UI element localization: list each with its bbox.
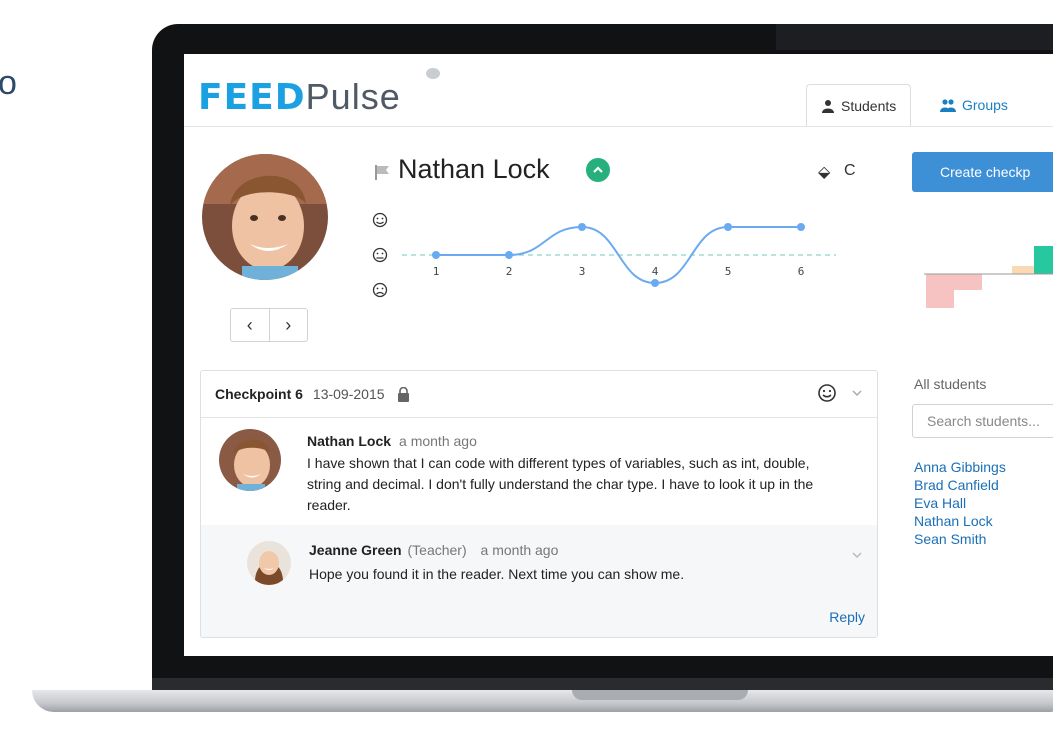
- mood-point[interactable]: [797, 223, 805, 231]
- reply-author-role: (Teacher): [407, 542, 467, 558]
- mini-bar: [926, 274, 954, 308]
- tab-students[interactable]: Students: [806, 84, 912, 127]
- student-comment: Nathan Lock a month ago I have shown that…: [201, 419, 877, 525]
- flag-icon[interactable]: [374, 164, 390, 180]
- tab-students-label: Students: [841, 98, 897, 114]
- mini-bar: [1034, 246, 1053, 274]
- mood-point[interactable]: [724, 223, 732, 231]
- logo-feed-text: FEED: [198, 77, 306, 118]
- mood-point[interactable]: [432, 251, 440, 259]
- avatar: [247, 541, 291, 585]
- previous-student-button[interactable]: ‹: [231, 309, 269, 341]
- neutral-face-icon: [372, 247, 388, 263]
- checkpoint-date: 13-09-2015: [312, 386, 385, 402]
- mini-overview-chart: [924, 246, 1053, 308]
- avatar: [219, 429, 281, 491]
- comment-author-name: Nathan Lock: [307, 433, 392, 449]
- student-link[interactable]: Anna Gibbings: [914, 458, 1006, 476]
- app-screen: FEEDPulse Students Groups ‹ › Nathan Loc…: [184, 54, 1053, 656]
- chevron-down-icon[interactable]: [851, 387, 863, 399]
- student-link[interactable]: Nathan Lock: [914, 512, 1006, 530]
- student-link[interactable]: Eva Hall: [914, 494, 1006, 512]
- refresh-icon[interactable]: C: [844, 162, 856, 180]
- checkpoint-title: Checkpoint 6: [215, 386, 303, 402]
- x-tick-label: 3: [579, 265, 586, 278]
- reply-author: Jeanne Green (Teacher) a month ago: [309, 542, 558, 558]
- student-name: Nathan Lock: [398, 154, 550, 184]
- laptop-base: [32, 690, 1053, 712]
- screen-glare: [776, 24, 1053, 50]
- x-tick-label: 5: [725, 265, 732, 278]
- checkpoint-panel: Checkpoint 6 13-09-2015 Nathan Lock a mo…: [200, 370, 878, 638]
- group-icon: [940, 99, 956, 112]
- tab-groups-label: Groups: [962, 97, 1008, 113]
- x-tick-label: 4: [652, 265, 659, 278]
- student-link[interactable]: Sean Smith: [914, 530, 1006, 548]
- reply-text: Hope you found it in the reader. Next ti…: [309, 566, 685, 582]
- export-icon[interactable]: ⬙: [818, 162, 830, 182]
- mood-point[interactable]: [505, 251, 513, 259]
- mini-bar: [1012, 266, 1034, 274]
- partial-cut-glyph: o: [0, 64, 17, 102]
- x-tick-label: 1: [433, 265, 440, 278]
- chevron-up-icon: [586, 158, 610, 182]
- smiley-icon[interactable]: [817, 383, 837, 403]
- all-students-label: All students: [914, 376, 987, 392]
- x-tick-label: 2: [506, 265, 513, 278]
- laptop-notch: [572, 690, 748, 700]
- search-students-input[interactable]: Search students...: [912, 404, 1053, 438]
- student-pager: ‹ ›: [230, 308, 308, 342]
- tab-groups[interactable]: Groups: [926, 84, 1022, 126]
- student-list: Anna Gibbings Brad Canfield Eva Hall Nat…: [914, 458, 1006, 548]
- reply-button[interactable]: Reply: [829, 609, 865, 625]
- student-avatar: [202, 154, 328, 280]
- student-link[interactable]: Brad Canfield: [914, 476, 1006, 494]
- x-tick-label: 6: [798, 265, 805, 278]
- teacher-reply: Jeanne Green (Teacher) a month ago Hope …: [201, 525, 877, 637]
- laptop-hinge: [152, 678, 1053, 690]
- sad-face-icon: [372, 282, 388, 298]
- speech-bubble-icon: [426, 68, 440, 79]
- header-divider: [184, 126, 1053, 127]
- logo-pulse-text: Pulse: [305, 76, 401, 117]
- reply-author-name: Jeanne Green: [309, 542, 402, 558]
- comment-text: I have shown that I can code with differ…: [307, 455, 814, 513]
- mood-point[interactable]: [578, 223, 586, 231]
- mood-chart: 1 2 3 4 5 6: [372, 212, 836, 298]
- next-student-button[interactable]: ›: [268, 309, 308, 341]
- user-icon: [822, 100, 834, 113]
- checkpoint-header[interactable]: Checkpoint 6 13-09-2015: [201, 371, 877, 418]
- reply-time: a month ago: [480, 542, 559, 558]
- mood-point[interactable]: [651, 279, 659, 287]
- chevron-down-icon[interactable]: [851, 549, 863, 561]
- comment-author: Nathan Lock a month ago: [307, 433, 477, 449]
- comment-time: a month ago: [399, 433, 477, 449]
- create-checkpoint-button[interactable]: Create checkp: [912, 152, 1053, 192]
- app-logo[interactable]: FEEDPulse: [198, 76, 401, 118]
- happy-face-icon: [372, 212, 388, 228]
- mini-bar: [954, 274, 982, 290]
- lock-icon: [397, 386, 409, 402]
